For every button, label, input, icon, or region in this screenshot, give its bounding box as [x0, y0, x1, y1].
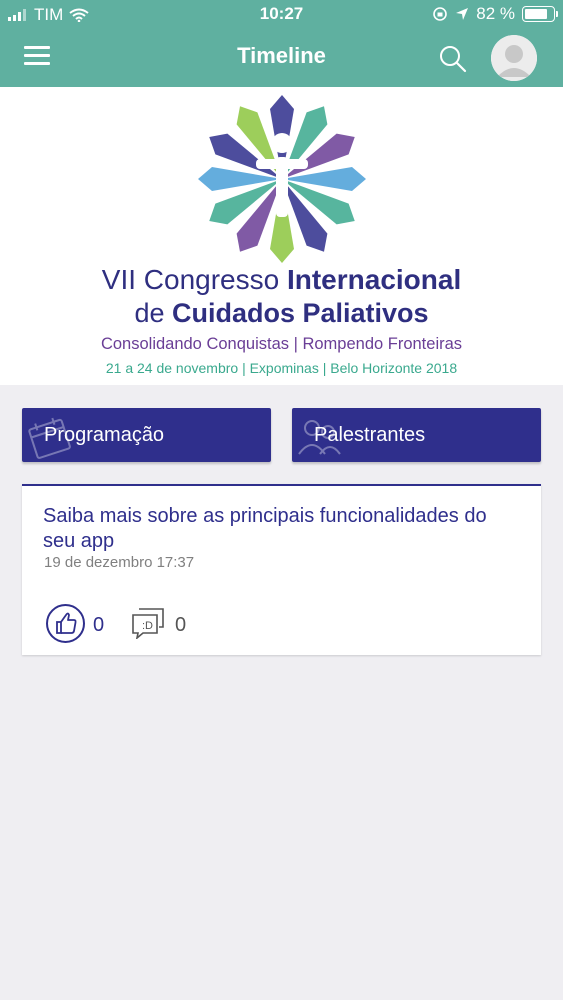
congress-logo-icon	[198, 95, 366, 263]
event-banner: VII Congresso Internacional de Cuidados …	[0, 87, 563, 385]
comment-count: 0	[175, 614, 187, 636]
location-icon	[456, 8, 469, 20]
programacao-button[interactable]: Programação	[22, 408, 271, 462]
page-title: Timeline	[237, 43, 326, 68]
palestrantes-button[interactable]: Palestrantes	[292, 408, 541, 462]
palestrantes-label: Palestrantes	[314, 424, 426, 446]
svg-text::D: :D	[142, 620, 153, 632]
battery-icon	[522, 6, 558, 22]
banner-line-1: VII Congresso Internacional	[0, 264, 563, 296]
banner-line-2-bold: Cuidados Paliativos	[171, 298, 429, 328]
like-count: 0	[93, 614, 105, 636]
search-icon[interactable]	[436, 42, 470, 76]
banner-tagline: Consolidando Conquistas | Rompendo Front…	[100, 335, 463, 353]
timeline-post: Saiba mais sobre as principais funcional…	[22, 484, 541, 655]
battery-percent: 82 %	[476, 4, 515, 23]
app-header: TIM 10:27 82 % Timeline	[0, 0, 563, 87]
banner-line-1-plain: VII Congresso	[101, 264, 287, 295]
programacao-label: Programação	[44, 424, 165, 446]
thumbs-up-icon[interactable]	[46, 604, 85, 643]
user-avatar-icon[interactable]	[491, 35, 537, 81]
comment-icon[interactable]: :D	[131, 607, 165, 639]
battery-fill	[525, 9, 548, 19]
navbar: Timeline	[0, 30, 563, 87]
banner-line-2: de Cuidados Paliativos	[0, 298, 563, 329]
status-bar: TIM 10:27 82 %	[0, 0, 563, 30]
banner-details: 21 a 24 de novembro | Expominas | Belo H…	[105, 360, 458, 376]
status-right: 82 %	[432, 4, 558, 24]
post-date: 19 de dezembro 17:37	[44, 554, 195, 571]
orientation-lock-icon	[433, 7, 448, 21]
banner-line-2-plain: de	[134, 298, 172, 328]
post-title[interactable]: Saiba mais sobre as principais funcional…	[43, 504, 523, 554]
banner-line-1-bold: Internacional	[286, 264, 462, 295]
